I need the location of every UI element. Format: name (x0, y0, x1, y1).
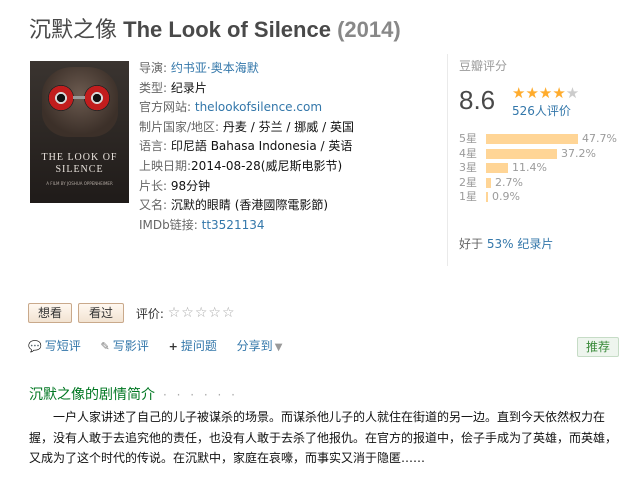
imdb-link[interactable]: tt3521134 (202, 218, 265, 232)
user-actions: 想看 看过 评价: ☆☆☆☆☆ (28, 303, 236, 323)
movie-info: 导演: 约书亚·奥本海默 类型: 纪录片 官方网站: thelookofsile… (139, 59, 354, 235)
rating-panel: 豆瓣评分 8.6 ★★★★★ 526人评价 5星 47.7% 4星 37.2% 3星 11… (447, 54, 627, 266)
movie-title-zh: 沉默之像 (29, 17, 118, 42)
movie-title-en: The Look of Silence (123, 17, 331, 42)
rating-row: 4星 37.2% (459, 147, 617, 162)
share-to-link[interactable]: 分享到 ▼ (237, 339, 283, 353)
poster-lens-left (48, 85, 74, 111)
rating-title: 豆瓣评分 (459, 59, 508, 73)
info-imdb: IMDb链接: tt3521134 (139, 216, 354, 236)
synopsis-text: 一户人家讲述了自己的儿子被谋杀的场景。而谋杀他儿子的人就住在街道的另一边。直到今… (29, 410, 618, 465)
rating-row: 1星 0.9% (459, 190, 617, 205)
release-value: 2014-08-28(威尼斯电影节) (191, 158, 343, 173)
action-links: 💬 写短评 ✎ 写影评 + 提问题 分享到 ▼ (28, 337, 298, 354)
website-link[interactable]: thelookofsilence.com (195, 100, 322, 114)
aka-label: 又名: (139, 198, 168, 213)
genre-label: 类型: (139, 80, 168, 95)
imdb-label: IMDb链接: (139, 217, 198, 232)
rating-distribution: 5星 47.7% 4星 37.2% 3星 11.4% 2星 2.7% 1星 0.9% (459, 132, 617, 205)
rating-row-label: 1星 (459, 190, 477, 203)
website-label: 官方网站: (139, 100, 192, 115)
better-than-link[interactable]: 53% 纪录片 (487, 237, 554, 251)
rating-row-percent: 11.4% (512, 161, 547, 174)
rating-row-label: 3星 (459, 161, 477, 174)
rating-stars-icon: ★★★★★ (512, 84, 580, 102)
user-rating-stars[interactable]: ☆☆☆☆☆ (168, 305, 236, 321)
watched-button[interactable]: 看过 (78, 303, 125, 323)
rating-bar (486, 163, 508, 174)
director-label: 导演: (139, 61, 168, 75)
poster-credit: A FILM BY JOSHUA OPPENHEIMER (46, 181, 113, 186)
plus-icon: + (168, 340, 178, 353)
rating-bar (486, 134, 578, 145)
write-review-link[interactable]: ✎ 写影评 (101, 339, 149, 353)
rating-row: 5星 47.7% (459, 132, 617, 147)
synopsis-dots: · · · · · · (163, 388, 238, 402)
info-director: 导演: 约书亚·奥本海默 (139, 59, 354, 79)
question-label: 提问题 (180, 339, 217, 353)
info-language: 语言: 印尼語 Bahasa Indonesia / 英语 (139, 137, 354, 157)
rating-row-label: 5星 (459, 132, 477, 145)
aka-value: 沉默的眼睛 (香港國際電影節) (170, 198, 329, 213)
rating-bar (486, 192, 488, 203)
rating-bar (486, 148, 557, 159)
country-value: 丹麦 / 芬兰 / 挪威 / 英国 (222, 119, 354, 134)
rating-row: 2星 2.7% (459, 176, 617, 191)
genre-value: 纪录片 (170, 80, 207, 95)
page-title: 沉默之像 The Look of Silence (2014) (29, 12, 401, 44)
rating-row-percent: 2.7% (495, 175, 523, 189)
info-release: 上映日期:2014-08-28(威尼斯电影节) (139, 157, 354, 177)
info-country: 制片国家/地区: 丹麦 / 芬兰 / 挪威 / 英国 (139, 118, 354, 138)
country-label: 制片国家/地区: (139, 119, 220, 134)
runtime-label: 片长: (139, 178, 168, 193)
poster-title-line1: THE LOOK OF (41, 152, 118, 163)
ask-question-link[interactable]: + 提问题 (169, 339, 217, 353)
poster-title-line2: SILENCE (55, 164, 104, 175)
want-to-watch-button[interactable]: 想看 (28, 303, 73, 323)
rating-score: 8.6 (459, 85, 496, 115)
poster-lens-right (84, 85, 110, 111)
synopsis-title: 沉默之像的剧情简介 (29, 387, 155, 403)
release-label: 上映日期: (139, 158, 192, 173)
rating-row-label: 4星 (459, 146, 477, 160)
recommend-button[interactable]: 推荐 (577, 337, 620, 357)
language-label: 语言: (139, 139, 168, 154)
rating-count-link[interactable]: 526人评价 (512, 102, 571, 119)
language-value: 印尼語 Bahasa Indonesia / 英语 (170, 139, 353, 154)
info-genre: 类型: 纪录片 (139, 79, 354, 99)
better-prefix: 好于 (459, 237, 484, 251)
rating-row-label: 2星 (459, 175, 477, 189)
rating-row-percent: 47.7% (582, 132, 617, 145)
info-aka: 又名: 沉默的眼睛 (香港國際電影節) (139, 196, 354, 216)
short-review-label: 写短评 (44, 339, 81, 353)
chevron-down-icon: ▼ (274, 342, 283, 353)
synopsis-heading: 沉默之像的剧情简介 · · · · · · (29, 384, 238, 404)
director-link[interactable]: 约书亚·奥本海默 (171, 61, 259, 75)
half-star-icon: ★ (565, 84, 580, 102)
movie-year: (2014) (337, 17, 401, 42)
poster-glasses-bridge (73, 96, 85, 99)
speech-bubble-icon: 💬 (28, 340, 42, 353)
rating-row-percent: 0.9% (492, 190, 520, 203)
info-website: 官方网站: thelookofsilence.com (139, 98, 354, 118)
info-runtime: 片长: 98分钟 (139, 177, 354, 197)
better-than: 好于 53% 纪录片 (459, 235, 553, 252)
rating-row-percent: 37.2% (561, 146, 596, 160)
review-label: 写影评 (112, 339, 149, 353)
movie-poster[interactable]: THE LOOK OF SILENCE A FILM BY JOSHUA OPP… (30, 61, 129, 203)
rating-bar (486, 177, 491, 188)
runtime-value: 98分钟 (170, 178, 211, 193)
rate-label: 评价: (135, 306, 164, 321)
pencil-icon: ✎ (100, 340, 110, 353)
share-label: 分享到 (236, 339, 273, 353)
write-short-review-link[interactable]: 💬 写短评 (28, 339, 81, 353)
rating-row: 3星 11.4% (459, 161, 617, 176)
